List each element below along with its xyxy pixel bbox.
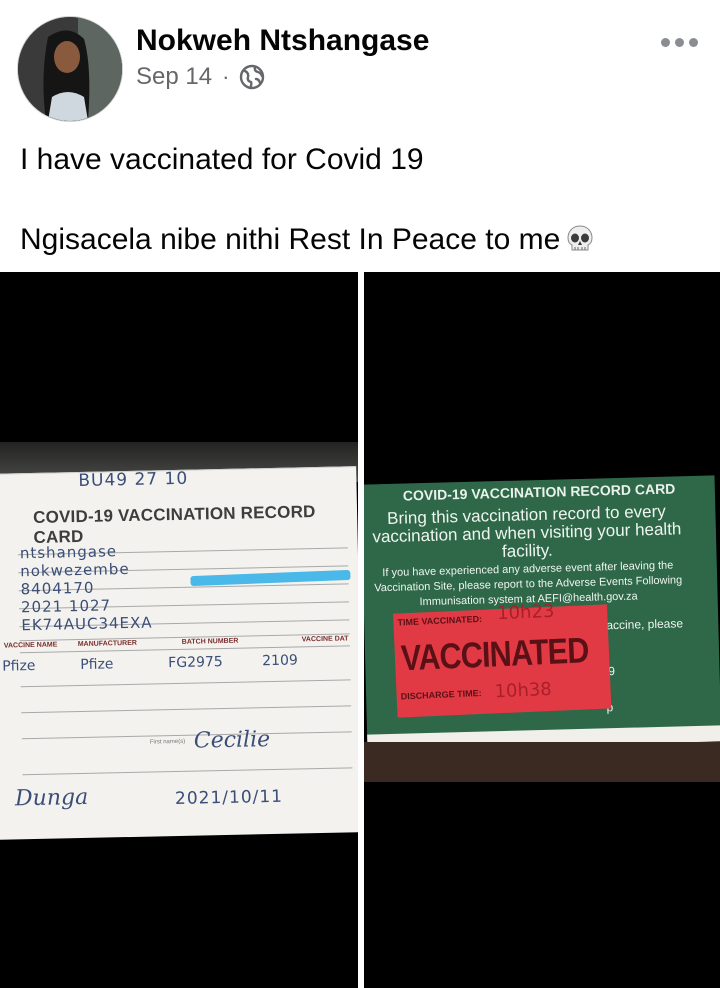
- more-dot-icon: [675, 38, 684, 47]
- bring-record-text: Bring this vaccination record to every v…: [372, 501, 682, 561]
- post-text-line-1: I have vaccinated for Covid 19: [20, 143, 424, 176]
- column-header: BATCH NUMBER: [181, 637, 239, 646]
- post-text-line-2-text: Ngisacela nibe nithi Rest In Peace to me: [20, 223, 561, 256]
- table-cell: Pfize: [2, 657, 36, 675]
- partial-text: vaccine, please: [600, 616, 684, 633]
- handwritten-first-name: nokwezembe: [20, 559, 130, 581]
- stamp-label: DISCHARGE TIME:: [400, 687, 482, 702]
- handwritten-signature: Dunga: [14, 784, 89, 812]
- card-title-left: COVID-19 VACCINATION RECORD CARD: [32, 502, 316, 547]
- photo-vaccination-card-front[interactable]: BU49 27 10 COVID-19 VACCINATION RECORD C…: [0, 272, 358, 988]
- handwritten-surname: ntshangase: [19, 542, 118, 563]
- handwritten-date: 2021 1027: [20, 596, 112, 617]
- photo-background: [364, 742, 720, 782]
- table-cell: 2109: [262, 652, 298, 670]
- handwritten-id: 8404170: [20, 578, 95, 599]
- skull-icon: [564, 223, 596, 266]
- stamp-word: VACCINATED: [400, 629, 590, 679]
- avatar[interactable]: [17, 16, 123, 122]
- card-rule: [21, 705, 352, 714]
- author-name[interactable]: Nokweh Ntshangase: [136, 24, 429, 58]
- post-date[interactable]: Sep 14: [136, 63, 212, 91]
- card-rule: [19, 645, 350, 654]
- post-header: Nokweh Ntshangase Sep 14 ·: [0, 0, 720, 130]
- photo-vaccination-card-back[interactable]: COVID-19 VACCINATION RECORD CARD Bring t…: [364, 272, 720, 988]
- card-rule: [22, 767, 353, 776]
- meta-separator: ·: [222, 64, 230, 89]
- table-cell: FG2975: [168, 654, 223, 672]
- card-title-right: COVID-19 VACCINATION RECORD CARD: [402, 480, 676, 504]
- stamp-time: 10h23: [496, 600, 555, 625]
- vaccination-card-right: COVID-19 VACCINATION RECORD CARD Bring t…: [364, 475, 720, 751]
- column-header: VACCINE DAT: [301, 635, 349, 644]
- more-horizontal-icon[interactable]: [661, 38, 698, 47]
- table-cell: Pfize: [80, 656, 114, 674]
- stamp-time: 10h38: [494, 678, 553, 703]
- more-dot-icon: [661, 38, 670, 47]
- column-header: VACCINE NAME: [3, 641, 58, 650]
- column-header: MANUFACTURER: [77, 639, 137, 649]
- post-meta: Sep 14 ·: [136, 63, 265, 91]
- card-rule: [21, 731, 352, 740]
- handwritten-date: 2021/10/11: [174, 786, 284, 810]
- photo-grid: BU49 27 10 COVID-19 VACCINATION RECORD C…: [0, 272, 720, 988]
- stamp-label: TIME VACCINATED:: [397, 613, 483, 628]
- handwritten-number: BU49 27 10: [78, 468, 189, 492]
- handwritten-signature: Cecilie: [193, 727, 271, 754]
- card-rule: [20, 679, 351, 688]
- post-message: I have vaccinated for Covid 19 Ngisacela…: [20, 140, 710, 266]
- handwritten-code: EK74AUC34EXA: [21, 613, 153, 635]
- more-dot-icon: [689, 38, 698, 47]
- globe-icon[interactable]: [239, 64, 265, 90]
- post-text-line-2: Ngisacela nibe nithi Rest In Peace to me: [20, 220, 710, 266]
- vaccinated-stamp: TIME VACCINATED: 10h23 VACCINATED DISCHA…: [393, 600, 612, 718]
- vaccination-card-left: BU49 27 10 COVID-19 VACCINATION RECORD C…: [0, 466, 358, 840]
- field-label: First name(s): [149, 738, 186, 746]
